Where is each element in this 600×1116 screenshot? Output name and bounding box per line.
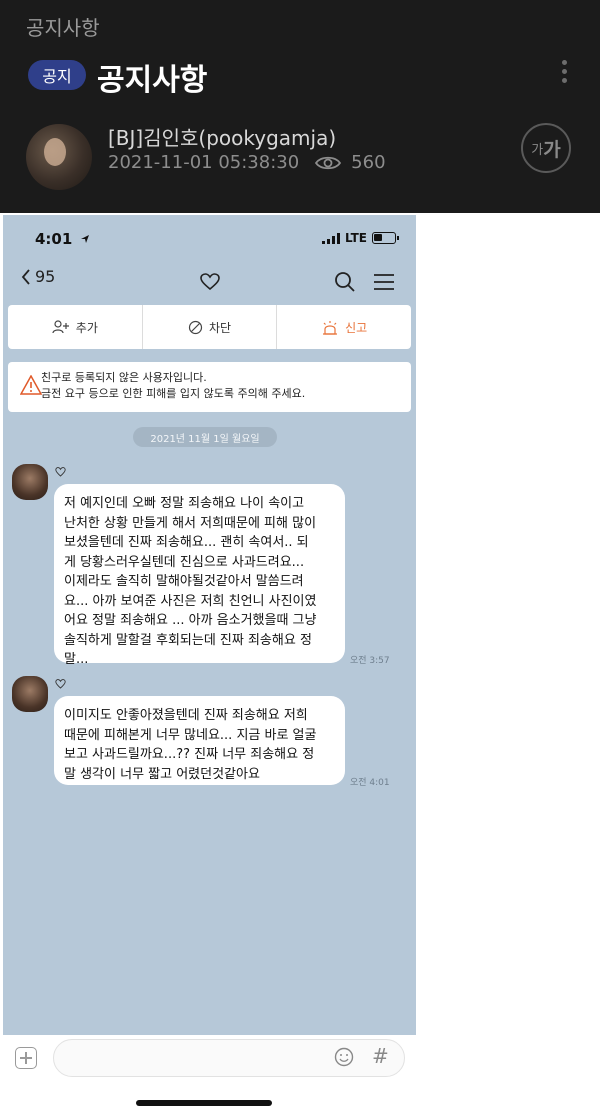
battery-icon	[372, 232, 399, 244]
message-bubble[interactable]: 이미지도 안좋아졌을텐데 진짜 죄송해요 저희 때문에 피해본게 너무 많네요.…	[54, 696, 345, 785]
heart-icon	[55, 679, 66, 689]
status-bar: 4:01 LTE	[3, 215, 416, 263]
notice-badge: 공지	[28, 60, 86, 90]
font-size-button[interactable]: 가가	[521, 123, 571, 173]
view-count: 560	[351, 152, 386, 173]
attach-plus-button[interactable]	[15, 1047, 37, 1069]
message-time: 오전 4:01	[350, 778, 390, 788]
report-button[interactable]: 신고	[276, 305, 411, 349]
author-avatar[interactable]	[26, 124, 92, 190]
warning-icon	[20, 375, 42, 395]
stranger-warning: 친구로 등록되지 않은 사용자입니다. 금전 요구 등으로 인한 피해를 입지 …	[8, 362, 411, 412]
back-count: 95	[35, 267, 56, 286]
emoji-icon[interactable]	[334, 1047, 354, 1067]
chevron-left-icon	[21, 268, 30, 285]
heart-icon[interactable]	[200, 273, 220, 291]
message-time: 오전 3:57	[350, 656, 390, 666]
home-indicator	[136, 1100, 272, 1106]
message-bubble[interactable]: 저 예지인데 오빠 정말 죄송해요 나이 속이고 난처한 상황 만들게 해서 저…	[54, 484, 345, 667]
sender-avatar[interactable]	[12, 464, 48, 500]
block-button[interactable]: 차단	[141, 305, 277, 349]
block-icon	[188, 320, 203, 334]
sender-avatar[interactable]	[12, 676, 48, 712]
siren-icon	[323, 320, 338, 335]
back-button[interactable]: 95	[21, 267, 55, 286]
chat-nav-bar: 95	[3, 267, 416, 301]
author-name[interactable]: [BJ]김인호(pookygamja)	[108, 122, 336, 151]
heart-icon	[55, 467, 66, 477]
date-divider: 2021년 11월 1일 월요일	[133, 427, 277, 447]
post-meta: 2021-11-01 05:38:30 560	[108, 152, 386, 173]
notice-header: 공지사항 공지 공지사항 [BJ]김인호(pookygamja) 2021-11…	[0, 0, 600, 213]
location-arrow-icon	[80, 235, 89, 243]
friend-action-row: 추가 차단 신고	[8, 305, 411, 349]
hashtag-icon[interactable]: #	[372, 1044, 389, 1068]
status-indicators: LTE	[321, 231, 399, 245]
network-type: LTE	[344, 231, 367, 245]
more-options-icon[interactable]	[559, 60, 569, 88]
status-time: 4:01	[35, 230, 90, 248]
warning-text: 친구로 등록되지 않은 사용자입니다. 금전 요구 등으로 인한 피해를 입지 …	[41, 371, 306, 400]
page-title: 공지사항	[97, 63, 208, 98]
menu-icon[interactable]	[373, 273, 395, 291]
chat-screenshot: 4:01 LTE 95 추가 차단 신고 친구로 등록되지 않은 사용자입니다.…	[3, 215, 416, 1035]
eye-icon	[315, 156, 342, 169]
section-title: 공지사항	[26, 16, 100, 40]
message-input-bar: #	[0, 1036, 420, 1080]
search-icon[interactable]	[334, 271, 356, 293]
signal-icon	[321, 232, 340, 244]
add-user-icon	[52, 320, 69, 334]
post-datetime: 2021-11-01 05:38:30	[108, 152, 300, 173]
add-friend-button[interactable]: 추가	[8, 305, 142, 349]
